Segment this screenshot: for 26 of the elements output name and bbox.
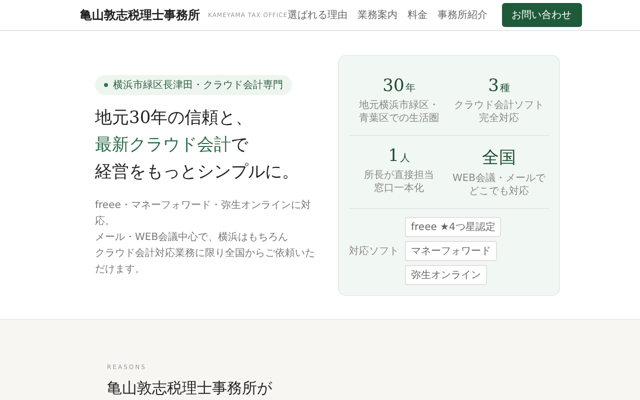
software-label: 対応ソフト: [349, 244, 399, 258]
nav-link[interactable]: 選ばれる理由: [288, 8, 348, 22]
heading-text: で: [231, 135, 248, 155]
site-logo[interactable]: 亀山敦志税理士事務所: [80, 6, 200, 24]
stat-description: クラウド会計ソフト 完全対応: [453, 98, 545, 124]
contact-button[interactable]: お問い合わせ: [502, 3, 582, 27]
stat-value: 全国: [481, 146, 517, 168]
stat-description: WEB会議・メールで どこでも対応: [451, 172, 547, 198]
stat-description: 所長が直接担当 窓口一本化: [363, 168, 435, 194]
software-tag: freee ★4つ星認定: [405, 216, 502, 236]
dot-icon: [104, 83, 108, 87]
stat-description: 地元横浜市緑区・ 青葉区での生活圏: [358, 98, 440, 124]
heading-text: 経営をもっとシンプルに。: [95, 162, 299, 182]
stat-value: 1 人: [387, 146, 411, 166]
stat-value: 30年: [382, 76, 416, 96]
stat-value: 3種: [487, 76, 511, 96]
nav-link[interactable]: 料金: [408, 8, 428, 22]
badge-text: 横浜市緑区長津田・クラウド会計専門: [113, 78, 283, 92]
section-heading: 亀山敦志税理士事務所が: [107, 379, 273, 398]
nav-link[interactable]: 業務案内: [358, 8, 398, 22]
software-tag: 弥生オンライン: [405, 264, 487, 284]
heading-text: 地元30年の信頼と、: [95, 108, 253, 128]
software-tag: マネーフォワード: [405, 240, 497, 260]
nav-link[interactable]: 事務所紹介: [438, 8, 488, 22]
heading-text: 最新クラウド会計: [95, 135, 231, 155]
hero-description: freee・マネーフォワード・弥生オンラインに対応。 メール・WEB会議中心で、横浜はもちろん クラウド会計対応業務に限り全国からご依頼いただけます。: [95, 198, 316, 277]
